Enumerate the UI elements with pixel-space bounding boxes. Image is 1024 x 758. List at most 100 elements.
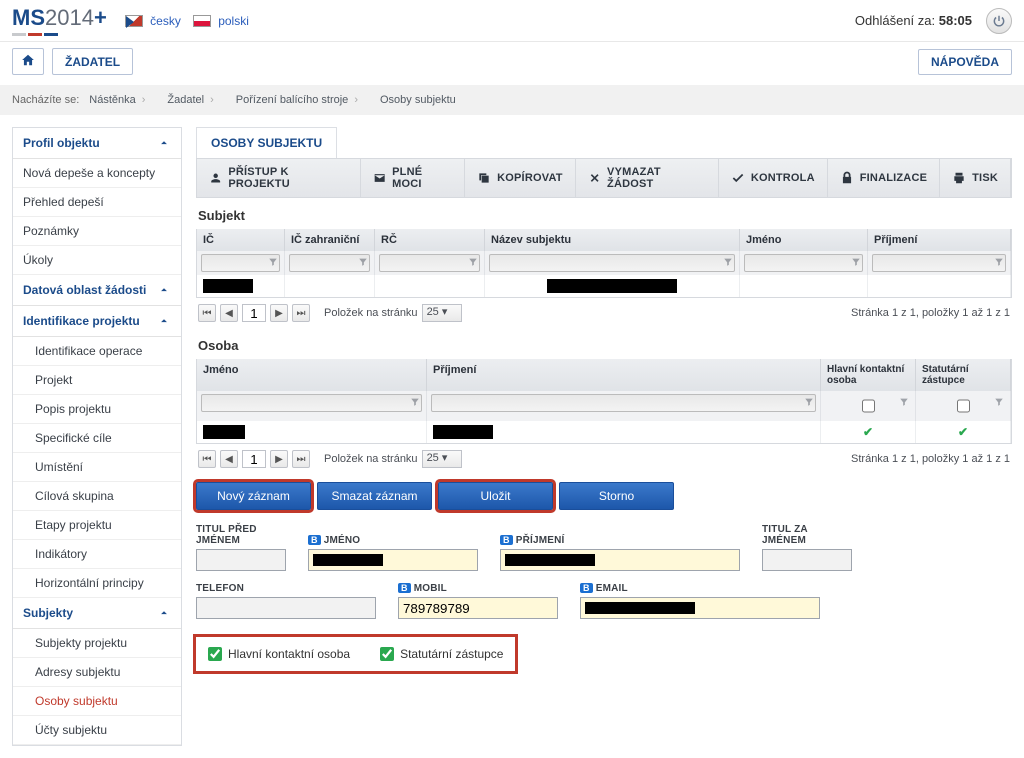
pager2-last[interactable]: ⏭: [292, 450, 310, 468]
input-telefon[interactable]: [196, 597, 376, 619]
filter-icon[interactable]: [804, 397, 814, 407]
col-ic[interactable]: IČ: [197, 229, 285, 251]
filter-icon[interactable]: [468, 257, 478, 267]
filter-icon[interactable]: [268, 257, 278, 267]
redacted-value: [203, 425, 245, 439]
chevron-up-icon: [157, 314, 171, 328]
pager-prev[interactable]: ◀: [220, 304, 238, 322]
pager2-first[interactable]: ⏮: [198, 450, 216, 468]
breadcrumb-project[interactable]: Pořízení balícího stroje: [230, 92, 370, 108]
sidebar-item-prehled[interactable]: Přehled depeší: [13, 188, 181, 217]
filter-prijmeni[interactable]: [872, 254, 1006, 272]
sidebar-item-etapy[interactable]: Etapy projektu: [13, 511, 181, 540]
sidebar-item-ucty[interactable]: Účty subjektu: [13, 716, 181, 745]
sidebar-item-ukoly[interactable]: Úkoly: [13, 246, 181, 275]
filter-icon[interactable]: [851, 257, 861, 267]
col-hlavni-kontakt[interactable]: Hlavní kontaktní osoba: [821, 359, 916, 391]
pager-last[interactable]: ⏭: [292, 304, 310, 322]
tool-finalize[interactable]: FINALIZACE: [828, 159, 940, 197]
sidebar-item-osoby[interactable]: Osoby subjektu: [13, 687, 181, 716]
logo: MS2014+: [12, 5, 107, 36]
sidebar-item-indikatory[interactable]: Indikátory: [13, 540, 181, 569]
filter-icon[interactable]: [899, 397, 909, 407]
checkbox-hlavni-kontakt-input[interactable]: [208, 647, 222, 661]
sidebar-item-cile[interactable]: Specifické cíle: [13, 424, 181, 453]
filter-jmeno[interactable]: [744, 254, 863, 272]
subject-row[interactable]: [197, 275, 1011, 297]
filter-rc[interactable]: [379, 254, 480, 272]
input-email[interactable]: [580, 597, 820, 619]
statut-check: ✔: [916, 421, 1011, 443]
filter-icon[interactable]: [994, 397, 1004, 407]
sidebar-item-popis[interactable]: Popis projektu: [13, 395, 181, 424]
sidebar-group-datova[interactable]: Datová oblast žádosti: [13, 275, 181, 306]
sidebar-item-depese[interactable]: Nová depeše a koncepty: [13, 159, 181, 188]
col-osoba-jmeno[interactable]: Jméno: [197, 359, 427, 391]
sidebar-group-profil[interactable]: Profil objektu: [13, 128, 181, 159]
filter-icon[interactable]: [723, 257, 733, 267]
pager-page-input[interactable]: [242, 304, 266, 322]
filter-nazev[interactable]: [489, 254, 735, 272]
sidebar-item-subjekty-projektu[interactable]: Subjekty projektu: [13, 629, 181, 658]
sidebar-item-horizontalni[interactable]: Horizontální principy: [13, 569, 181, 598]
checkbox-statutarni-input[interactable]: [380, 647, 394, 661]
sidebar-item-identop[interactable]: Identifikace operace: [13, 337, 181, 366]
sidebar-item-projekt[interactable]: Projekt: [13, 366, 181, 395]
breadcrumb-nastenka[interactable]: Nástěnka: [83, 92, 157, 108]
tool-access[interactable]: PŘÍSTUP K PROJEKTU: [197, 159, 361, 197]
help-button[interactable]: NÁPOVĚDA: [918, 49, 1012, 75]
sidebar-item-adresy[interactable]: Adresy subjektu: [13, 658, 181, 687]
pager-next[interactable]: ▶: [270, 304, 288, 322]
pager2-page-input[interactable]: [242, 450, 266, 468]
checkbox-statutarni[interactable]: Statutární zástupce: [380, 647, 503, 661]
save-button[interactable]: Uložit: [438, 482, 553, 510]
sidebar-group-identifikace[interactable]: Identifikace projektu: [13, 306, 181, 337]
sidebar-item-cilova[interactable]: Cílová skupina: [13, 482, 181, 511]
checkbox-hlavni-kontakt[interactable]: Hlavní kontaktní osoba: [208, 647, 350, 661]
pager2-perpage-select[interactable]: 25 ▾: [422, 450, 463, 468]
tool-plne-moci[interactable]: PLNÉ MOCI: [361, 159, 465, 197]
applicant-button[interactable]: ŽADATEL: [52, 48, 133, 75]
tool-check[interactable]: KONTROLA: [719, 159, 828, 197]
filter-osoba-jmeno[interactable]: [201, 394, 422, 412]
sidebar-item-poznamky[interactable]: Poznámky: [13, 217, 181, 246]
tool-print[interactable]: TISK: [940, 159, 1011, 197]
col-osoba-prijmeni[interactable]: Příjmení: [427, 359, 821, 391]
breadcrumb-zadatel[interactable]: Žadatel: [161, 92, 225, 108]
col-statutarni[interactable]: Statutární zástupce: [916, 359, 1011, 391]
input-titul-za[interactable]: [762, 549, 852, 571]
input-jmeno[interactable]: [308, 549, 478, 571]
pager2-next[interactable]: ▶: [270, 450, 288, 468]
osoba-row[interactable]: ✔ ✔: [197, 421, 1011, 443]
input-mobil[interactable]: [398, 597, 558, 619]
filter-icon[interactable]: [410, 397, 420, 407]
tool-copy[interactable]: KOPÍROVAT: [465, 159, 576, 197]
lang-czech[interactable]: česky: [125, 14, 181, 28]
home-button[interactable]: [12, 48, 44, 75]
subject-table: IČ IČ zahraniční RČ Název subjektu Jméno…: [196, 229, 1012, 298]
label-mobil: BMOBIL: [398, 583, 558, 594]
filter-statut-chk[interactable]: [957, 397, 970, 415]
cancel-button[interactable]: Storno: [559, 482, 674, 510]
col-ic-zahranicni[interactable]: IČ zahraniční: [285, 229, 375, 251]
col-prijmeni[interactable]: Příjmení: [868, 229, 1011, 251]
pager-perpage-select[interactable]: 25 ▾: [422, 304, 463, 322]
input-prijmeni[interactable]: [500, 549, 740, 571]
lang-polish[interactable]: polski: [193, 14, 249, 28]
tool-delete[interactable]: VYMAZAT ŽÁDOST: [576, 159, 719, 197]
filter-hlavni-chk[interactable]: [862, 397, 875, 415]
col-jmeno[interactable]: Jméno: [740, 229, 868, 251]
pager2-prev[interactable]: ◀: [220, 450, 238, 468]
sidebar-item-umisteni[interactable]: Umístění: [13, 453, 181, 482]
delete-record-button[interactable]: Smazat záznam: [317, 482, 432, 510]
sidebar-group-subjekty[interactable]: Subjekty: [13, 598, 181, 629]
col-rc[interactable]: RČ: [375, 229, 485, 251]
input-titul-pred[interactable]: [196, 549, 286, 571]
pager-first[interactable]: ⏮: [198, 304, 216, 322]
filter-icon[interactable]: [994, 257, 1004, 267]
filter-osoba-prijmeni[interactable]: [431, 394, 816, 412]
new-record-button[interactable]: Nový záznam: [196, 482, 311, 510]
logout-button[interactable]: [986, 8, 1012, 34]
col-nazev[interactable]: Název subjektu: [485, 229, 740, 251]
filter-icon[interactable]: [358, 257, 368, 267]
